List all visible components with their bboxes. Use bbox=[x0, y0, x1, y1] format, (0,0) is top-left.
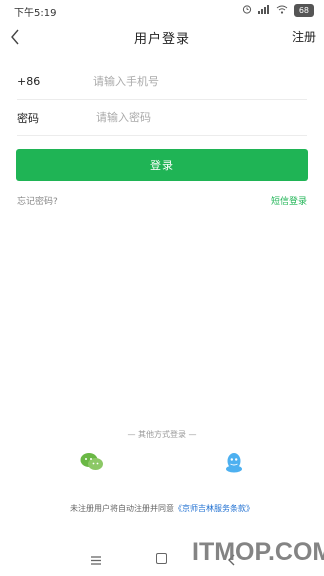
password-label: 密码 bbox=[17, 111, 39, 125]
page-title: 用户登录 bbox=[133, 32, 190, 47]
qq-icon bbox=[226, 453, 242, 473]
wifi-icon bbox=[276, 5, 288, 17]
watermark: ITMOP.COM bbox=[192, 538, 324, 566]
status-time: 下午5:19 bbox=[14, 8, 57, 19]
other-login-divider: — 其他方式登录 — bbox=[127, 430, 197, 439]
qq-login-button[interactable] bbox=[225, 452, 243, 474]
phone-input[interactable] bbox=[93, 75, 307, 88]
login-button[interactable]: 登录 bbox=[16, 149, 308, 181]
country-code[interactable]: +86 bbox=[17, 75, 93, 88]
forgot-password-link[interactable]: 忘记密码? bbox=[17, 194, 58, 207]
chevron-left-icon bbox=[11, 29, 19, 45]
home-icon[interactable] bbox=[156, 553, 167, 564]
wechat-login-button[interactable] bbox=[80, 452, 104, 472]
status-icons: 68 bbox=[242, 4, 314, 17]
status-bar: 下午5:19 68 bbox=[0, 0, 324, 22]
signal-icon bbox=[257, 4, 270, 17]
register-button[interactable]: 注册 bbox=[292, 28, 316, 45]
back-button[interactable] bbox=[4, 24, 26, 50]
password-input[interactable] bbox=[96, 111, 307, 124]
alarm-icon bbox=[242, 4, 252, 17]
agreement-prefix: 未注册用户将自动注册并同意 bbox=[70, 504, 174, 513]
header: 用户登录 注册 bbox=[0, 22, 324, 52]
agreement-text: 未注册用户将自动注册并同意《京师吉林服务条款》 bbox=[0, 503, 324, 514]
sms-login-link[interactable]: 短信登录 bbox=[271, 194, 307, 207]
wechat-icon bbox=[80, 453, 103, 470]
battery-icon: 68 bbox=[293, 4, 314, 17]
terms-link[interactable]: 《京师吉林服务条款》 bbox=[174, 504, 254, 513]
phone-row: +86 bbox=[17, 64, 307, 100]
password-row: 密码 bbox=[17, 100, 307, 136]
menu-icon[interactable] bbox=[90, 552, 102, 566]
